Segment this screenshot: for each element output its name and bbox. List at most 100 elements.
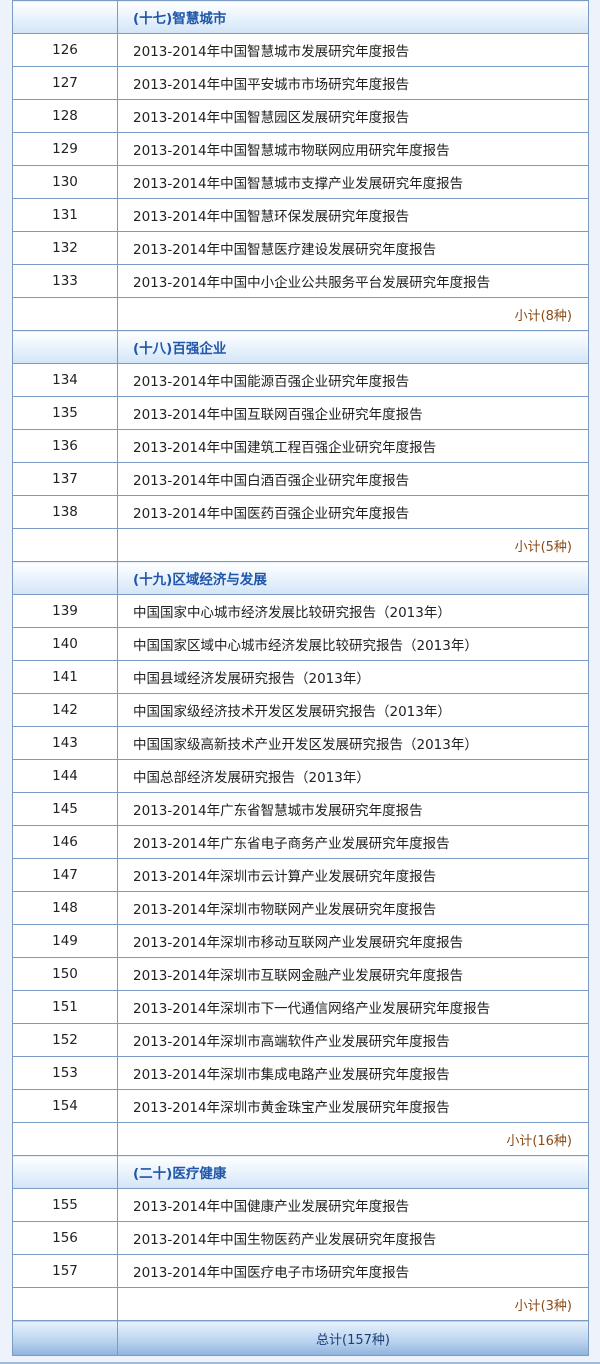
report-title-link[interactable]: 2013-2014年深圳市物联网产业发展研究年度报告: [117, 891, 589, 925]
report-title-link[interactable]: 2013-2014年深圳市云计算产业发展研究年度报告: [117, 858, 589, 892]
report-title-link[interactable]: 2013-2014年中国智慧环保发展研究年度报告: [117, 198, 589, 232]
subtotal-row: 小计(16种): [12, 1122, 589, 1156]
report-title-link[interactable]: 2013-2014年中国智慧城市支撑产业发展研究年度报告: [117, 165, 589, 199]
total-spacer: [12, 1320, 118, 1356]
report-title-link[interactable]: 2013-2014年中国平安城市市场研究年度报告: [117, 66, 589, 100]
report-row[interactable]: 141 中国县域经济发展研究报告（2013年）: [12, 660, 589, 694]
subtotal-row: 小计(5种): [12, 528, 589, 562]
report-number: 142: [12, 693, 118, 727]
section-header-row: (二十)医疗健康: [12, 1155, 589, 1189]
report-row[interactable]: 150 2013-2014年深圳市互联网金融产业发展研究年度报告: [12, 957, 589, 991]
section-title: (十七)智慧城市: [117, 0, 589, 34]
report-row[interactable]: 129 2013-2014年中国智慧城市物联网应用研究年度报告: [12, 132, 589, 166]
report-title-link[interactable]: 2013-2014年广东省电子商务产业发展研究年度报告: [117, 825, 589, 859]
report-row[interactable]: 144 中国总部经济发展研究报告（2013年）: [12, 759, 589, 793]
report-title-link[interactable]: 2013-2014年深圳市移动互联网产业发展研究年度报告: [117, 924, 589, 958]
report-number: 151: [12, 990, 118, 1024]
report-number: 145: [12, 792, 118, 826]
report-title-link[interactable]: 2013-2014年中国生物医药产业发展研究年度报告: [117, 1221, 589, 1255]
report-row[interactable]: 143 中国国家级高新技术产业开发区发展研究报告（2013年）: [12, 726, 589, 760]
report-row[interactable]: 151 2013-2014年深圳市下一代通信网络产业发展研究年度报告: [12, 990, 589, 1024]
page-frame: (十七)智慧城市 126 2013-2014年中国智慧城市发展研究年度报告 127 20…: [0, 0, 600, 1364]
subtotal-spacer: [12, 1122, 118, 1156]
report-row[interactable]: 153 2013-2014年深圳市集成电路产业发展研究年度报告: [12, 1056, 589, 1090]
report-title-link[interactable]: 2013-2014年中国智慧医疗建设发展研究年度报告: [117, 231, 589, 265]
report-row[interactable]: 135 2013-2014年中国互联网百强企业研究年度报告: [12, 396, 589, 430]
report-row[interactable]: 139 中国国家中心城市经济发展比较研究报告（2013年）: [12, 594, 589, 628]
report-row[interactable]: 152 2013-2014年深圳市高端软件产业发展研究年度报告: [12, 1023, 589, 1057]
report-title-link[interactable]: 2013-2014年中国医疗电子市场研究年度报告: [117, 1254, 589, 1288]
report-title-link[interactable]: 2013-2014年深圳市互联网金融产业发展研究年度报告: [117, 957, 589, 991]
total-row: 总计(157种): [12, 1320, 589, 1356]
report-number: 128: [12, 99, 118, 133]
report-title-link[interactable]: 2013-2014年中国智慧园区发展研究年度报告: [117, 99, 589, 133]
report-number: 136: [12, 429, 118, 463]
report-row[interactable]: 157 2013-2014年中国医疗电子市场研究年度报告: [12, 1254, 589, 1288]
report-title-link[interactable]: 中国国家级高新技术产业开发区发展研究报告（2013年）: [117, 726, 589, 760]
report-row[interactable]: 127 2013-2014年中国平安城市市场研究年度报告: [12, 66, 589, 100]
report-row[interactable]: 126 2013-2014年中国智慧城市发展研究年度报告: [12, 33, 589, 67]
report-title-link[interactable]: 中国国家中心城市经济发展比较研究报告（2013年）: [117, 594, 589, 628]
report-title-link[interactable]: 中国县域经济发展研究报告（2013年）: [117, 660, 589, 694]
report-title-link[interactable]: 中国总部经济发展研究报告（2013年）: [117, 759, 589, 793]
report-title-link[interactable]: 2013-2014年深圳市集成电路产业发展研究年度报告: [117, 1056, 589, 1090]
report-title-link[interactable]: 2013-2014年中国健康产业发展研究年度报告: [117, 1188, 589, 1222]
subtotal-label: 小计(16种): [117, 1122, 589, 1156]
report-title-link[interactable]: 2013-2014年深圳市下一代通信网络产业发展研究年度报告: [117, 990, 589, 1024]
report-title-link[interactable]: 2013-2014年深圳市高端软件产业发展研究年度报告: [117, 1023, 589, 1057]
report-row[interactable]: 133 2013-2014年中国中小企业公共服务平台发展研究年度报告: [12, 264, 589, 298]
report-row[interactable]: 142 中国国家级经济技术开发区发展研究报告（2013年）: [12, 693, 589, 727]
report-row[interactable]: 147 2013-2014年深圳市云计算产业发展研究年度报告: [12, 858, 589, 892]
subtotal-spacer: [12, 297, 118, 331]
report-row[interactable]: 130 2013-2014年中国智慧城市支撑产业发展研究年度报告: [12, 165, 589, 199]
report-title-link[interactable]: 2013-2014年中国智慧城市发展研究年度报告: [117, 33, 589, 67]
report-title-link[interactable]: 2013-2014年中国医药百强企业研究年度报告: [117, 495, 589, 529]
section-header-spacer: [12, 1155, 118, 1189]
section-header-row: (十七)智慧城市: [12, 0, 589, 34]
report-row[interactable]: 140 中国国家区域中心城市经济发展比较研究报告（2013年）: [12, 627, 589, 661]
report-number: 150: [12, 957, 118, 991]
subtotal-spacer: [12, 1287, 118, 1321]
report-number: 129: [12, 132, 118, 166]
report-title-link[interactable]: 2013-2014年中国互联网百强企业研究年度报告: [117, 396, 589, 430]
section-header-row: (十九)区域经济与发展: [12, 561, 589, 595]
report-row[interactable]: 136 2013-2014年中国建筑工程百强企业研究年度报告: [12, 429, 589, 463]
section-title: (二十)医疗健康: [117, 1155, 589, 1189]
report-title-link[interactable]: 2013-2014年中国智慧城市物联网应用研究年度报告: [117, 132, 589, 166]
report-row[interactable]: 154 2013-2014年深圳市黄金珠宝产业发展研究年度报告: [12, 1089, 589, 1123]
report-row[interactable]: 134 2013-2014年中国能源百强企业研究年度报告: [12, 363, 589, 397]
report-row[interactable]: 138 2013-2014年中国医药百强企业研究年度报告: [12, 495, 589, 529]
report-row[interactable]: 148 2013-2014年深圳市物联网产业发展研究年度报告: [12, 891, 589, 925]
report-number: 140: [12, 627, 118, 661]
report-title-link[interactable]: 2013-2014年深圳市黄金珠宝产业发展研究年度报告: [117, 1089, 589, 1123]
report-row[interactable]: 156 2013-2014年中国生物医药产业发展研究年度报告: [12, 1221, 589, 1255]
report-title-link[interactable]: 2013-2014年中国白酒百强企业研究年度报告: [117, 462, 589, 496]
report-row[interactable]: 149 2013-2014年深圳市移动互联网产业发展研究年度报告: [12, 924, 589, 958]
subtotal-spacer: [12, 528, 118, 562]
report-title-link[interactable]: 中国国家区域中心城市经济发展比较研究报告（2013年）: [117, 627, 589, 661]
report-title-link[interactable]: 2013-2014年广东省智慧城市发展研究年度报告: [117, 792, 589, 826]
subtotal-row: 小计(8种): [12, 297, 589, 331]
report-number: 149: [12, 924, 118, 958]
report-title-link[interactable]: 2013-2014年中国中小企业公共服务平台发展研究年度报告: [117, 264, 589, 298]
report-row[interactable]: 137 2013-2014年中国白酒百强企业研究年度报告: [12, 462, 589, 496]
report-row[interactable]: 155 2013-2014年中国健康产业发展研究年度报告: [12, 1188, 589, 1222]
section-header-row: (十八)百强企业: [12, 330, 589, 364]
report-number: 148: [12, 891, 118, 925]
report-row[interactable]: 145 2013-2014年广东省智慧城市发展研究年度报告: [12, 792, 589, 826]
report-row[interactable]: 128 2013-2014年中国智慧园区发展研究年度报告: [12, 99, 589, 133]
report-row[interactable]: 132 2013-2014年中国智慧医疗建设发展研究年度报告: [12, 231, 589, 265]
report-number: 143: [12, 726, 118, 760]
report-number: 154: [12, 1089, 118, 1123]
subtotal-row: 小计(3种): [12, 1287, 589, 1321]
report-number: 131: [12, 198, 118, 232]
section-header-spacer: [12, 561, 118, 595]
report-title-link[interactable]: 2013-2014年中国建筑工程百强企业研究年度报告: [117, 429, 589, 463]
report-row[interactable]: 131 2013-2014年中国智慧环保发展研究年度报告: [12, 198, 589, 232]
report-number: 139: [12, 594, 118, 628]
subtotal-label: 小计(8种): [117, 297, 589, 331]
report-row[interactable]: 146 2013-2014年广东省电子商务产业发展研究年度报告: [12, 825, 589, 859]
report-title-link[interactable]: 2013-2014年中国能源百强企业研究年度报告: [117, 363, 589, 397]
report-title-link[interactable]: 中国国家级经济技术开发区发展研究报告（2013年）: [117, 693, 589, 727]
report-number: 126: [12, 33, 118, 67]
